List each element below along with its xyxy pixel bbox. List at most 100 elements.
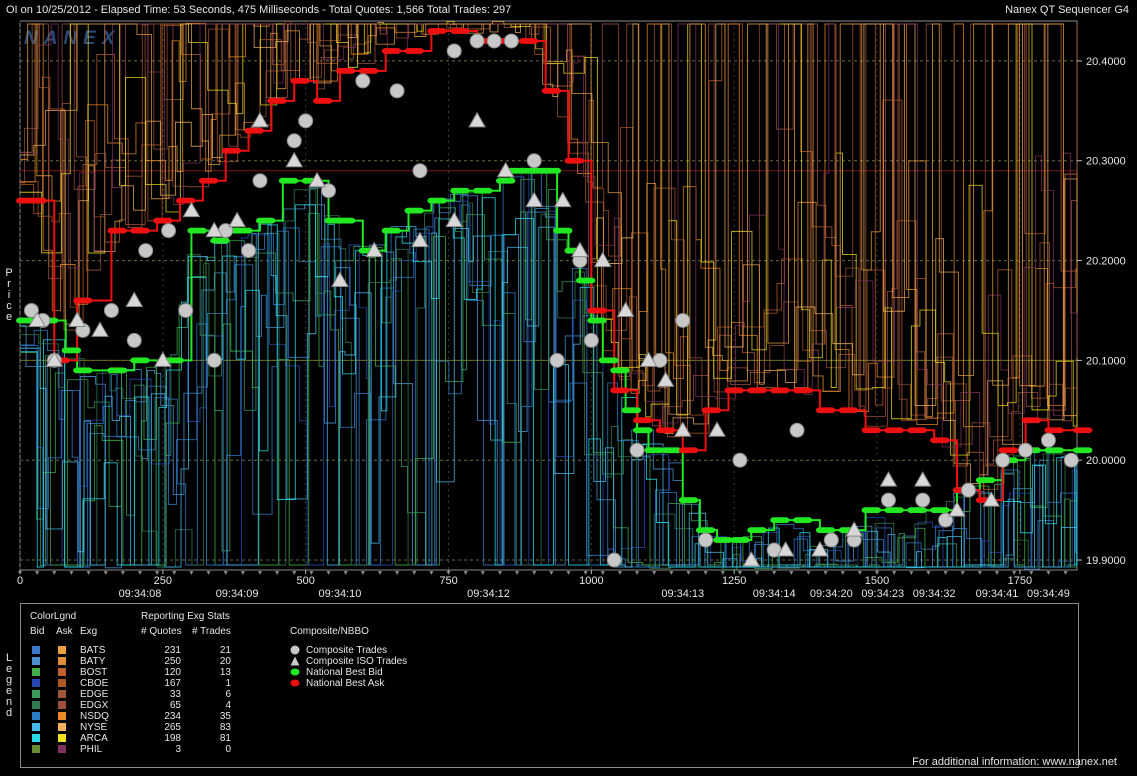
time-marker <box>789 571 794 575</box>
national-best-bid-point <box>633 407 642 414</box>
exchange-quote-count: 265 <box>164 722 181 733</box>
x-tick-label: 0 <box>17 575 23 587</box>
national-best-ask-point <box>301 77 310 84</box>
composite-trade-point <box>126 332 142 348</box>
national-best-ask-point <box>278 97 287 104</box>
exchange-name: ARCA <box>80 733 108 744</box>
time-label: 09:34:10 <box>319 588 362 600</box>
national-best-bid-point <box>987 477 996 484</box>
time-marker <box>172 571 177 575</box>
national-best-ask-point <box>233 147 242 154</box>
national-best-ask-point <box>1055 427 1064 434</box>
national-best-bid-point <box>758 527 767 534</box>
time-label: 09:34:20 <box>810 588 853 600</box>
national-best-ask-point <box>324 97 333 104</box>
composite-trade-point <box>252 173 268 189</box>
composite-legend-label: National Best Ask <box>306 678 385 689</box>
exchange-trade-count: 20 <box>219 656 231 667</box>
national-best-bid-point <box>507 177 516 184</box>
time-marker <box>52 571 57 575</box>
time-marker <box>532 571 537 575</box>
time-marker <box>840 571 845 575</box>
national-best-bid-point <box>267 217 276 224</box>
national-best-bid-point <box>553 167 562 174</box>
time-marker <box>960 571 965 575</box>
exchange-quote-count: 3 <box>175 744 181 755</box>
time-marker <box>275 571 280 575</box>
exchange-trade-count: 21 <box>219 645 231 656</box>
time-marker <box>497 571 502 575</box>
composite-trade-point <box>549 352 565 368</box>
national-best-ask-point <box>918 427 927 434</box>
time-marker <box>189 571 194 575</box>
exchange-name: CBOE <box>80 678 109 689</box>
exchange-name: NYSE <box>80 722 108 733</box>
time-label: 09:34:41 <box>976 588 1019 600</box>
time-marker <box>1063 571 1068 575</box>
ask-color-swatch <box>58 690 66 698</box>
exchange-quote-count: 231 <box>164 645 181 656</box>
national-best-ask-point <box>804 387 813 394</box>
national-best-bid-point <box>1055 447 1064 454</box>
bid-color-swatch <box>32 657 40 665</box>
exchange-trade-count: 81 <box>219 733 231 744</box>
composite-trade-point <box>526 153 542 169</box>
nbbo-dot-icon <box>290 679 300 687</box>
time-marker <box>429 571 434 575</box>
y-tick-label: 20.4000 <box>1086 56 1126 68</box>
national-best-ask-point <box>713 407 722 414</box>
time-marker <box>412 571 417 575</box>
time-marker <box>257 571 262 575</box>
legend-reporting-header: Reporting Exg Stats <box>141 611 230 622</box>
legend-panel: ColorLgnd Bid Ask Exg Reporting Exg Stat… <box>20 603 1079 768</box>
national-best-ask-point <box>667 427 676 434</box>
national-best-ask-point <box>370 67 379 74</box>
national-best-ask-point <box>621 387 630 394</box>
y-tick-label: 20.3000 <box>1086 156 1126 168</box>
time-marker <box>137 571 142 575</box>
exchange-name: EDGE <box>80 689 109 700</box>
national-best-bid-point <box>84 367 93 374</box>
composite-trade-point <box>355 73 371 89</box>
national-best-bid-point <box>941 507 950 514</box>
time-marker <box>343 571 348 575</box>
time-marker <box>755 571 760 575</box>
composite-trade-point <box>298 113 314 129</box>
composite-trade-point <box>446 43 462 59</box>
composite-trade-point <box>1063 452 1079 468</box>
national-best-bid-point <box>781 517 790 524</box>
ask-color-swatch <box>58 701 66 709</box>
national-best-ask-point <box>84 297 93 304</box>
national-best-bid-point <box>690 497 699 504</box>
bid-color-swatch <box>32 701 40 709</box>
national-best-bid-point <box>461 187 470 194</box>
national-best-ask-point <box>644 417 653 424</box>
national-best-ask-point <box>255 127 264 134</box>
time-label: 09:34:12 <box>467 588 510 600</box>
bid-color-swatch <box>32 723 40 731</box>
national-best-bid-point <box>873 507 882 514</box>
composite-trade-point <box>915 492 931 508</box>
ask-color-swatch <box>58 723 66 731</box>
national-best-ask-point <box>164 217 173 224</box>
national-best-ask-point <box>781 387 790 394</box>
national-best-ask-point <box>758 387 767 394</box>
national-best-bid-point <box>564 227 573 234</box>
exchange-quote-count: 234 <box>164 711 181 722</box>
time-marker <box>806 571 811 575</box>
national-best-bid-point <box>587 277 596 284</box>
composite-trade-point <box>486 33 502 49</box>
exchange-trade-count: 13 <box>219 667 231 678</box>
national-best-bid-point <box>118 367 127 374</box>
legend-trades-header: # Trades <box>192 626 231 637</box>
composite-legend-label: Composite ISO Trades <box>306 656 408 667</box>
national-best-ask-point <box>1010 447 1019 454</box>
composite-iso-symbol-icon <box>290 656 300 666</box>
ask-color-swatch <box>58 712 66 720</box>
time-marker <box>909 571 914 575</box>
exchange-name: BATY <box>80 656 106 667</box>
time-marker <box>926 571 931 575</box>
x-tick-label: 500 <box>296 575 314 587</box>
national-best-bid-point <box>1010 457 1019 464</box>
national-best-ask-point <box>827 407 836 414</box>
